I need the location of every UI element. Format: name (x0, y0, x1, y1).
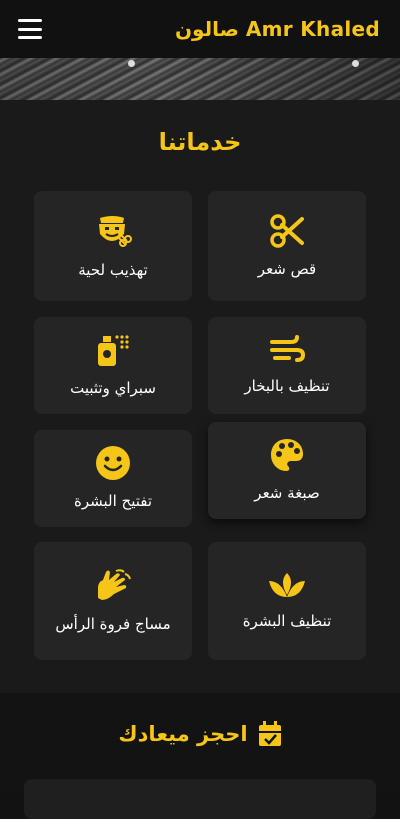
service-card-steam-cleaning[interactable]: تنظيف بالبخار (208, 317, 366, 414)
service-label: تنظيف بالبخار (244, 377, 330, 395)
spa-lotus-icon (269, 572, 305, 597)
service-card-skin-cleaning[interactable]: تنظيف البشرة (208, 542, 366, 660)
services-title: خدماتنا (158, 128, 242, 156)
service-card-skin-lightening[interactable]: تفتيح البشرة (34, 430, 192, 527)
service-label: صبغة شعر (254, 484, 320, 502)
beard-trim-icon (99, 215, 132, 247)
service-label: تفتيح البشرة (73, 492, 153, 510)
service-card-hair-dye[interactable]: صبغة شعر (208, 422, 366, 519)
service-label: تهذيب لحية (78, 260, 148, 279)
scissors-icon (270, 213, 304, 248)
service-card-scalp-massage[interactable]: مساج فروة الرأس (34, 542, 192, 660)
app-header: صالون Amr Khaled (0, 0, 400, 58)
service-label: سبراي وتثبيت (70, 379, 156, 397)
spray-bottle-icon (98, 335, 129, 366)
service-label: تنظيف البشرة (242, 611, 332, 630)
hamburger-menu-icon[interactable] (18, 19, 42, 39)
steam-icon (270, 335, 305, 362)
service-card-spray[interactable]: سبراي وتثبيت (34, 317, 192, 414)
service-label: قص شعر (257, 259, 317, 278)
hero-banner-image (0, 58, 400, 100)
massage-hands-icon (98, 568, 131, 600)
salon-title: صالون Amr Khaled (174, 17, 380, 41)
calendar-check-icon (258, 721, 281, 746)
smile-icon (96, 446, 130, 480)
booking-section: احجز ميعادك (0, 693, 400, 819)
booking-header: احجز ميعادك (0, 721, 400, 747)
booking-title: احجز ميعادك (118, 722, 248, 746)
service-label: مساج فروة الرأس (55, 614, 171, 633)
palette-icon (271, 439, 303, 471)
booking-form-card (24, 779, 376, 819)
services-section: خدماتنا قص شعر تهذيب لحية تنظيف بالبخار … (0, 100, 400, 693)
service-card-beard-trim[interactable]: تهذيب لحية (34, 191, 192, 301)
service-card-haircut[interactable]: قص شعر (208, 191, 366, 301)
